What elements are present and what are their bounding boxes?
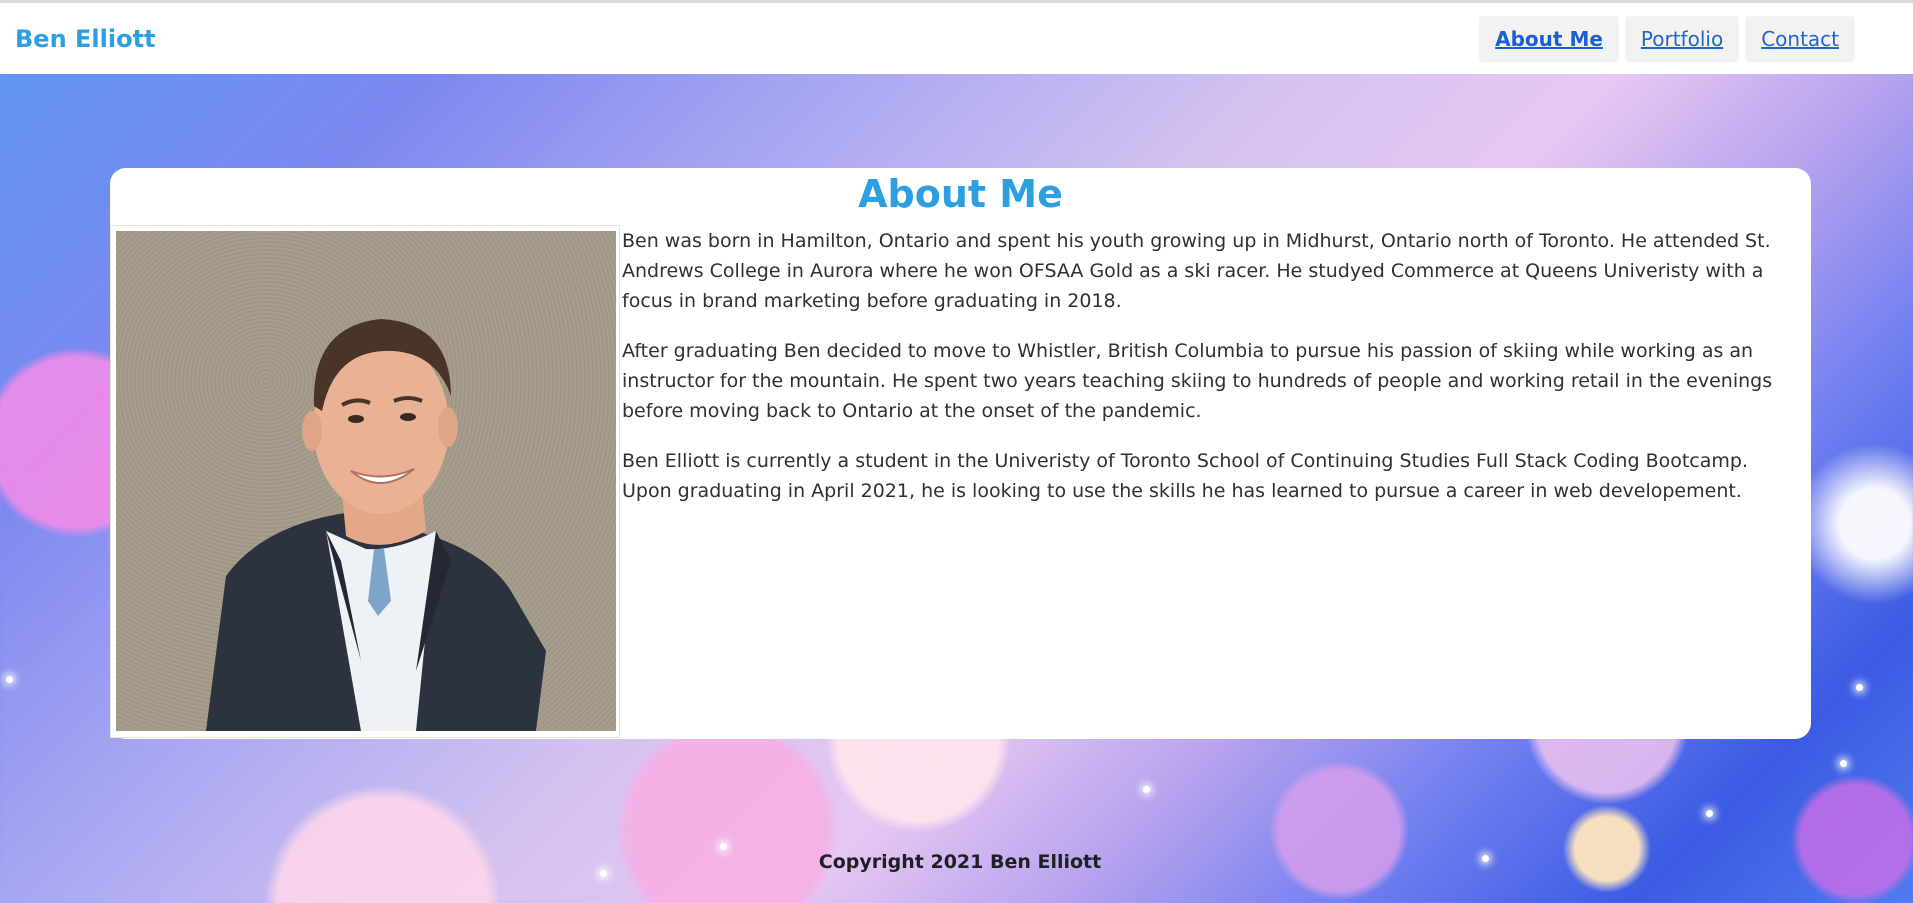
nav-link-portfolio[interactable]: Portfolio bbox=[1624, 16, 1740, 62]
about-card: About Me Ben was born in Hamilton, Ontar… bbox=[110, 168, 1811, 739]
background-sparkle bbox=[720, 843, 727, 850]
nav-link-contact[interactable]: Contact bbox=[1745, 16, 1855, 62]
background-sparkle bbox=[6, 676, 13, 683]
profile-photo-illustration bbox=[116, 231, 616, 731]
nav-link-about-me[interactable]: About Me bbox=[1479, 16, 1619, 62]
brand-link[interactable]: Ben Elliott bbox=[15, 25, 156, 53]
background-sparkle bbox=[1856, 684, 1863, 691]
bio-paragraph: Ben was born in Hamilton, Ontario and sp… bbox=[622, 230, 1771, 312]
footer-copyright: Copyright 2021 Ben Elliott bbox=[818, 851, 1102, 873]
background-sparkle bbox=[1143, 786, 1150, 793]
bio-paragraph: After graduating Ben decided to move to … bbox=[622, 340, 1773, 422]
profile-photo-frame bbox=[110, 225, 620, 738]
about-title: About Me bbox=[858, 172, 1063, 216]
background-sparkle bbox=[1840, 760, 1847, 767]
top-navbar: Ben Elliott About Me Portfolio Contact bbox=[0, 0, 1913, 74]
background-sparkle bbox=[1706, 810, 1713, 817]
bio-text: Ben was born in Hamilton, Ontario and sp… bbox=[622, 226, 1802, 526]
bio-paragraph: Ben Elliott is currently a student in th… bbox=[622, 450, 1749, 502]
profile-photo bbox=[116, 231, 616, 731]
main-nav: About Me Portfolio Contact bbox=[1479, 16, 1855, 62]
